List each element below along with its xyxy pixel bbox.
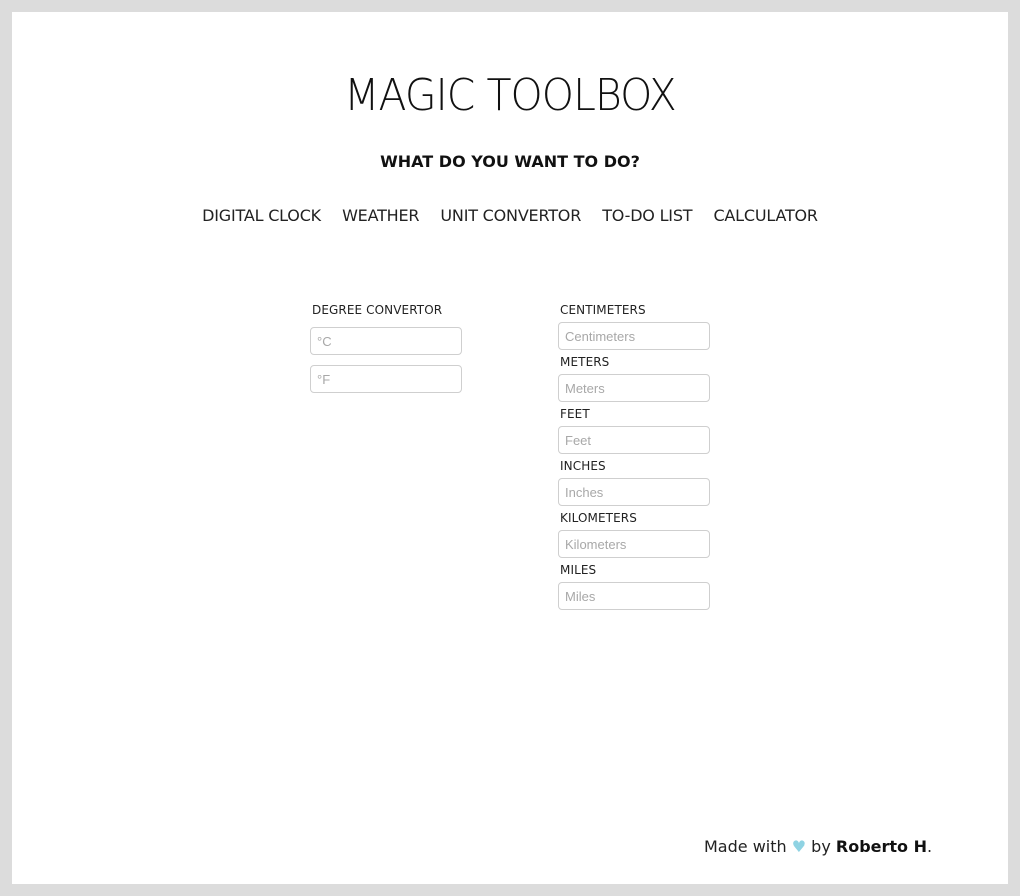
nav-weather[interactable]: WEATHER bbox=[342, 206, 419, 225]
tool-nav: DIGITAL CLOCK WEATHER UNIT CONVERTOR TO-… bbox=[12, 206, 1008, 225]
centimeters-label: CENTIMETERS bbox=[560, 303, 646, 317]
footer-credit: Made with ♥ by Roberto H. bbox=[704, 837, 932, 856]
kilometers-label: KILOMETERS bbox=[560, 511, 637, 525]
miles-input[interactable] bbox=[558, 582, 710, 610]
nav-digital-clock[interactable]: DIGITAL CLOCK bbox=[202, 206, 321, 225]
fahrenheit-input[interactable] bbox=[310, 365, 462, 393]
footer-made-with: Made with bbox=[704, 837, 787, 856]
miles-label: MILES bbox=[560, 563, 597, 577]
footer-author: Roberto H bbox=[835, 837, 927, 856]
nav-calculator[interactable]: CALCULATOR bbox=[713, 206, 818, 225]
nav-todo-list[interactable]: TO-DO LIST bbox=[602, 206, 692, 225]
heart-icon: ♥ bbox=[791, 837, 807, 856]
meters-input[interactable] bbox=[558, 374, 710, 402]
footer-by: by bbox=[811, 837, 831, 856]
feet-label: FEET bbox=[560, 407, 590, 421]
celsius-input[interactable] bbox=[310, 327, 462, 355]
nav-unit-convertor[interactable]: UNIT CONVERTOR bbox=[440, 206, 581, 225]
page-sheet: MAGIC TOOLBOX WHAT DO YOU WANT TO DO? DI… bbox=[12, 12, 1008, 884]
centimeters-input[interactable] bbox=[558, 322, 710, 350]
degree-convertor-label: DEGREE CONVERTOR bbox=[312, 303, 443, 317]
feet-input[interactable] bbox=[558, 426, 710, 454]
inches-label: INCHES bbox=[560, 459, 606, 473]
meters-label: METERS bbox=[560, 355, 610, 369]
inches-input[interactable] bbox=[558, 478, 710, 506]
page-subtitle: WHAT DO YOU WANT TO DO? bbox=[380, 152, 640, 171]
kilometers-input[interactable] bbox=[558, 530, 710, 558]
footer-period: . bbox=[927, 837, 933, 856]
page-title: MAGIC TOOLBOX bbox=[344, 70, 677, 121]
